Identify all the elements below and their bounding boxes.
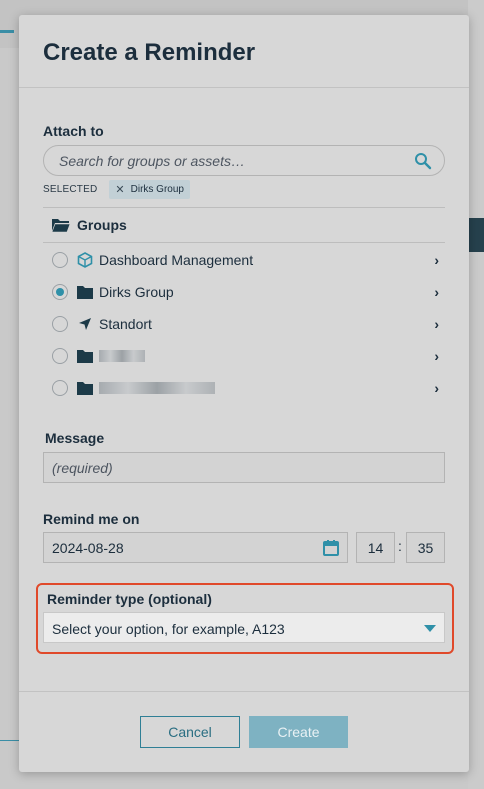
right-panel — [468, 0, 484, 789]
tree-item-label: Standort — [99, 316, 152, 332]
radio-button[interactable] — [52, 316, 68, 332]
create-reminder-modal: Create a Reminder Attach to Search for g… — [19, 15, 469, 772]
radio-button[interactable] — [52, 380, 68, 396]
hour-input[interactable]: 14 — [356, 532, 395, 563]
date-input[interactable]: 2024-08-28 — [43, 532, 348, 563]
message-placeholder: (required) — [52, 460, 113, 476]
time-separator: : — [398, 538, 402, 554]
tree-item-label: Dashboard Management — [99, 252, 254, 268]
selected-label: SELECTED — [43, 184, 98, 195]
create-button[interactable]: Create — [249, 716, 348, 748]
chevron-right-icon[interactable]: › — [434, 348, 439, 364]
caret-down-icon[interactable] — [424, 625, 436, 632]
search-input[interactable]: Search for groups or assets… — [43, 145, 445, 176]
folder-icon — [76, 380, 93, 397]
attach-to-label: Attach to — [43, 123, 104, 139]
redacted-label — [99, 382, 215, 394]
remove-chip-icon[interactable]: ✕ — [115, 183, 124, 196]
tree-item-redacted[interactable]: › — [43, 340, 445, 372]
reminder-type-label: Reminder type (optional) — [47, 591, 212, 607]
footer-divider — [19, 691, 469, 692]
radio-button-selected[interactable] — [52, 284, 68, 300]
chevron-right-icon[interactable]: › — [434, 252, 439, 268]
selected-chip-label: Dirks Group — [130, 184, 184, 195]
open-folder-icon — [51, 219, 71, 233]
radio-button[interactable] — [52, 348, 68, 364]
folder-icon — [76, 284, 93, 301]
selected-items: SELECTED ✕ Dirks Group — [43, 180, 190, 199]
right-panel-badge — [468, 218, 484, 252]
reminder-type-select[interactable]: Select your option, for example, A123 — [43, 612, 445, 643]
chevron-right-icon[interactable]: › — [434, 284, 439, 300]
message-label: Message — [45, 430, 105, 446]
tree-item-dirks-group[interactable]: Dirks Group › — [43, 276, 445, 308]
tree-item-label: Dirks Group — [99, 284, 174, 300]
folder-icon — [76, 348, 93, 365]
groups-header: Groups — [43, 207, 445, 243]
cancel-button[interactable]: Cancel — [140, 716, 240, 748]
redacted-label — [99, 350, 145, 362]
reminder-type-value: Select your option, for example, A123 — [52, 621, 285, 637]
remind-me-on-label: Remind me on — [43, 511, 140, 527]
groups-header-label: Groups — [77, 217, 127, 233]
active-tab-indicator — [0, 30, 14, 33]
chart-baseline — [0, 740, 20, 741]
chevron-right-icon[interactable]: › — [434, 380, 439, 396]
search-icon[interactable] — [414, 152, 432, 170]
modal-title: Create a Reminder — [43, 39, 256, 66]
header-divider — [19, 87, 469, 88]
chevron-right-icon[interactable]: › — [434, 316, 439, 332]
navigation-arrow-icon — [76, 316, 93, 333]
tree-item-dashboard-management[interactable]: Dashboard Management › — [43, 244, 445, 276]
selected-chip[interactable]: ✕ Dirks Group — [109, 180, 190, 199]
radio-button[interactable] — [52, 252, 68, 268]
date-value: 2024-08-28 — [52, 540, 124, 556]
tree-item-standort[interactable]: Standort › — [43, 308, 445, 340]
search-placeholder: Search for groups or assets… — [59, 153, 245, 169]
minute-input[interactable]: 35 — [406, 532, 445, 563]
cube-icon — [76, 252, 93, 269]
tree-item-redacted[interactable]: › — [43, 372, 445, 404]
message-input[interactable]: (required) — [43, 452, 445, 483]
calendar-icon[interactable] — [323, 539, 339, 556]
